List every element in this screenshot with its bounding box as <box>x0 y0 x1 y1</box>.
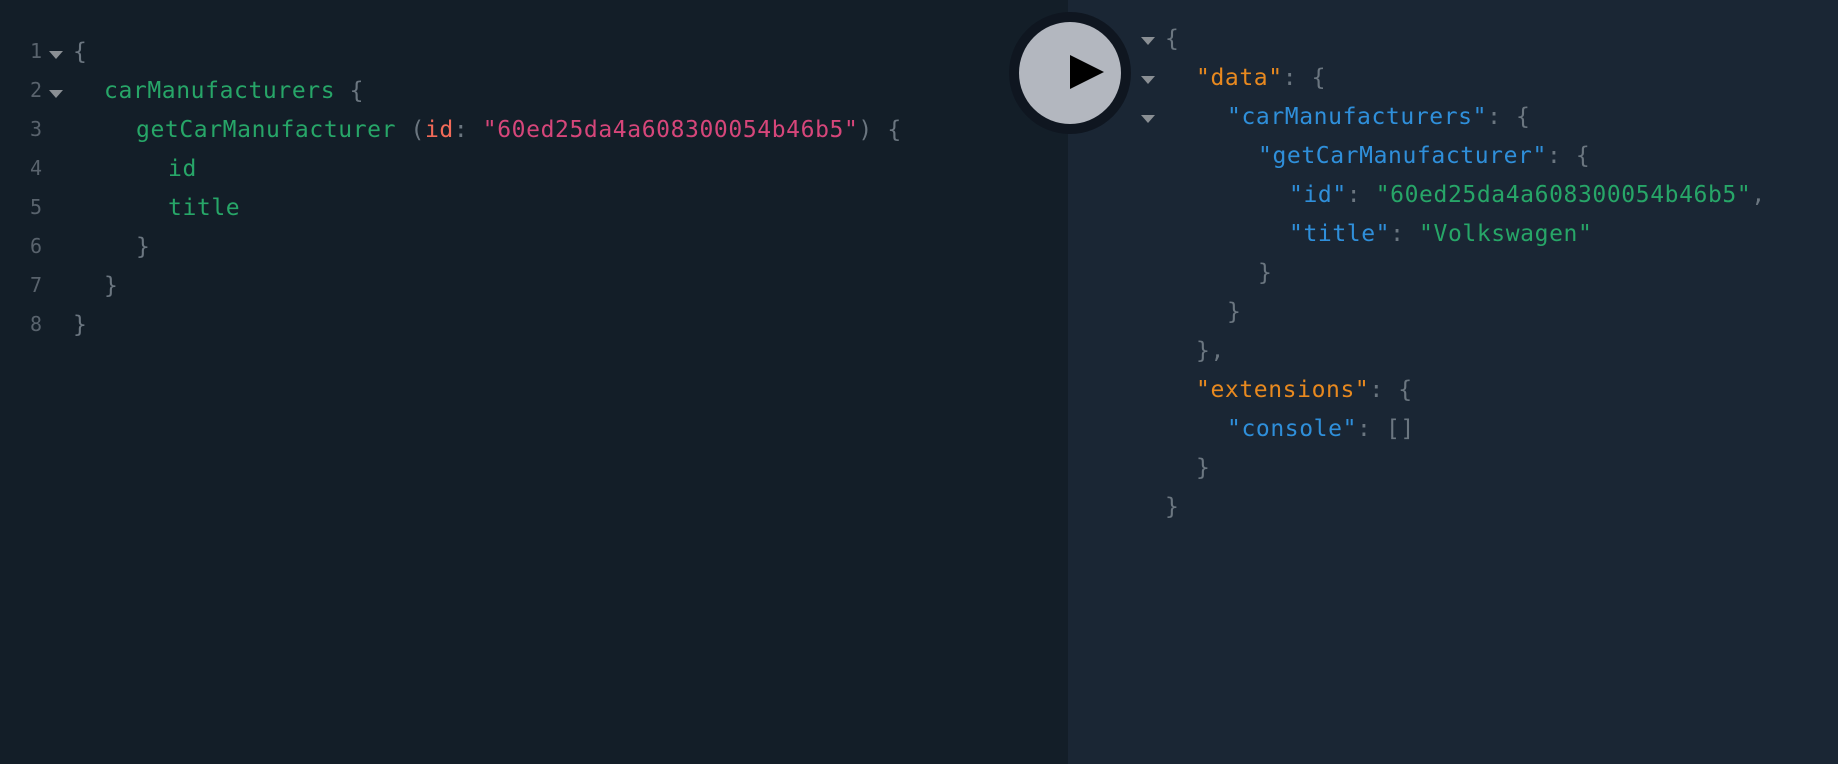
field-name: getCarManufacturer <box>136 117 397 143</box>
result-line: "getCarManufacturer": { <box>1258 137 1590 176</box>
query-line: id <box>168 150 197 189</box>
json-key: "getCarManufacturer" <box>1258 143 1547 169</box>
result-line: } <box>1227 293 1241 332</box>
line-number: 7 <box>29 273 42 297</box>
json-value: "Volkswagen" <box>1419 221 1593 247</box>
line-number: 8 <box>29 312 42 336</box>
brace: } <box>1258 260 1273 286</box>
colon: : <box>1487 104 1516 130</box>
brace: }, <box>1196 338 1225 364</box>
brace: } <box>73 312 88 338</box>
line-number: 2 <box>29 78 42 102</box>
query-line: } <box>73 306 87 345</box>
json-value: "60ed25da4a608300054b46b5" <box>1375 182 1752 208</box>
brace: { <box>1165 26 1180 52</box>
brace: } <box>136 234 151 260</box>
brace: { <box>1311 65 1327 91</box>
result-line: "extensions": { <box>1196 371 1413 410</box>
brace: { <box>335 78 365 104</box>
result-viewer[interactable]: { "data": { "carManufacturers": { "getCa… <box>1068 0 1838 764</box>
query-editor[interactable]: 1 2 3 4 5 6 7 8 { carManufacturers { get… <box>0 0 1068 764</box>
result-line: }, <box>1196 332 1225 371</box>
argument-name: id <box>424 117 454 143</box>
result-line: "id": "60ed25da4a608300054b46b5", <box>1289 176 1766 215</box>
line-number: 3 <box>29 117 42 141</box>
paren: ( <box>396 117 425 143</box>
brace: { <box>1515 104 1531 130</box>
fold-arrow-icon[interactable] <box>49 90 63 98</box>
json-key: "data" <box>1196 65 1283 91</box>
result-line: { <box>1165 20 1179 59</box>
field-name: id <box>168 156 197 182</box>
fold-arrow-icon[interactable] <box>1141 37 1155 45</box>
query-line: getCarManufacturer (id: "60ed25da4a60830… <box>136 111 902 150</box>
comma: , <box>1751 182 1766 208</box>
line-number: 6 <box>29 234 42 258</box>
colon: : <box>1357 416 1386 442</box>
result-line: "carManufacturers": { <box>1227 98 1530 137</box>
brace: { <box>1575 143 1591 169</box>
execute-button-face[interactable] <box>1019 22 1121 124</box>
colon: : <box>1390 221 1420 247</box>
paren: ) <box>858 117 873 143</box>
query-line: } <box>136 228 150 267</box>
brace: { <box>73 39 88 65</box>
brace: } <box>1165 494 1180 520</box>
colon: : <box>1282 65 1312 91</box>
colon: : <box>453 117 483 143</box>
brace: { <box>1398 377 1413 403</box>
result-line: } <box>1258 254 1272 293</box>
argument-value: "60ed25da4a608300054b46b5" <box>482 117 859 143</box>
field-name: carManufacturers <box>104 78 336 104</box>
result-line: } <box>1196 449 1210 488</box>
json-key: "extensions" <box>1196 377 1370 403</box>
json-value: [] <box>1385 416 1415 442</box>
line-number: 4 <box>29 156 42 180</box>
result-line: } <box>1165 488 1179 527</box>
brace: } <box>1227 299 1242 325</box>
query-line: carManufacturers { <box>104 72 364 111</box>
json-key: "carManufacturers" <box>1227 104 1488 130</box>
query-line: { <box>73 33 87 72</box>
result-line: "console": [] <box>1227 410 1415 449</box>
result-line: "data": { <box>1196 59 1326 98</box>
colon: : <box>1346 182 1376 208</box>
json-key: "title" <box>1289 221 1391 247</box>
query-line: title <box>168 189 240 228</box>
field-name: title <box>168 195 241 221</box>
fold-arrow-icon[interactable] <box>49 51 63 59</box>
colon: : <box>1546 143 1576 169</box>
line-number: 1 <box>29 39 42 63</box>
execute-button[interactable] <box>1009 12 1131 134</box>
brace: } <box>104 273 119 299</box>
result-line: "title": "Volkswagen" <box>1289 215 1592 254</box>
play-icon <box>1070 55 1104 89</box>
fold-arrow-icon[interactable] <box>1141 115 1155 123</box>
brace: { <box>872 117 902 143</box>
json-key: "id" <box>1289 182 1347 208</box>
json-key: "console" <box>1227 416 1358 442</box>
colon: : <box>1369 377 1399 403</box>
line-number: 5 <box>29 195 42 219</box>
fold-arrow-icon[interactable] <box>1141 76 1155 84</box>
brace: } <box>1196 455 1211 481</box>
query-line: } <box>104 267 118 306</box>
